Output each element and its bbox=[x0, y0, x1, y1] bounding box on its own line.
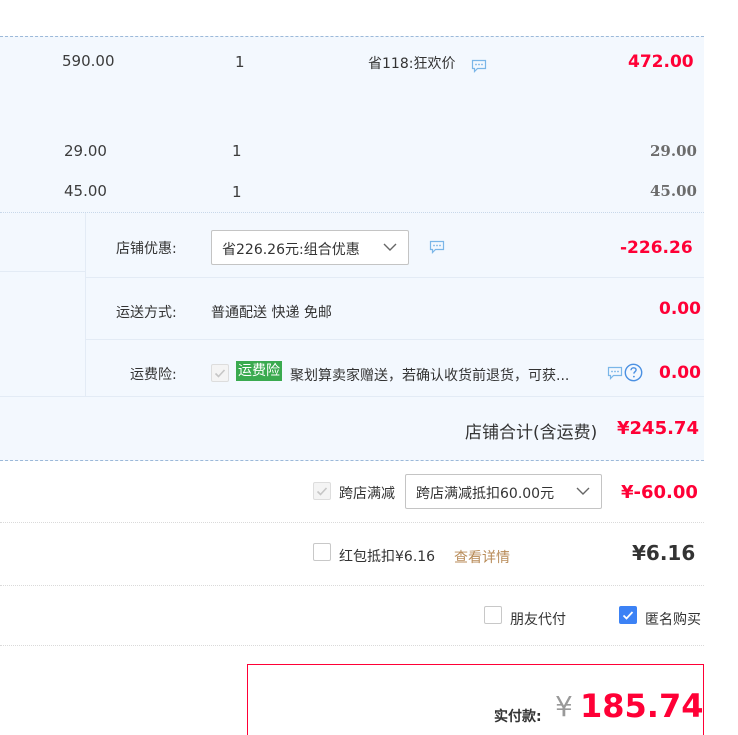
shop-discount-label: 店铺优惠: bbox=[116, 241, 177, 257]
anonymous-checkbox[interactable] bbox=[619, 606, 637, 624]
item-2-price: 29.00 bbox=[64, 142, 107, 160]
item-1-total: 472.00 bbox=[628, 52, 694, 72]
payment-label: 实付款: bbox=[494, 709, 542, 725]
insurance-description: 聚划算卖家赠送，若确认收货前退货，可获... bbox=[290, 368, 570, 384]
item-2-total: 29.00 bbox=[650, 142, 697, 160]
shop-discount-select[interactable]: 省226.26元:组合优惠 bbox=[211, 230, 409, 265]
shop-total-value: ¥245.74 bbox=[617, 418, 699, 439]
payment-amount: 185.74 bbox=[580, 687, 704, 725]
shipping-label: 运送方式: bbox=[116, 305, 177, 321]
divider bbox=[0, 585, 704, 586]
chevron-down-icon bbox=[576, 487, 590, 495]
friend-pay-label: 朋友代付 bbox=[510, 612, 566, 628]
item-3-price: 45.00 bbox=[64, 182, 107, 200]
check-icon bbox=[316, 487, 328, 496]
shop-total-label: 店铺合计(含运费) bbox=[465, 423, 598, 443]
chat-icon[interactable] bbox=[607, 366, 623, 380]
red-packet-value: ¥6.16 bbox=[632, 541, 696, 565]
insurance-badge: 运费险 bbox=[236, 361, 282, 381]
item-3-qty: 1 bbox=[232, 183, 242, 201]
anonymous-label: 匿名购买 bbox=[645, 612, 701, 628]
red-packet-label: 红包抵扣¥6.16 bbox=[339, 549, 436, 565]
promo-left-column bbox=[0, 213, 86, 396]
divider bbox=[0, 645, 704, 646]
item-1-price: 590.00 bbox=[62, 52, 115, 70]
view-details-link[interactable]: 查看详情 bbox=[454, 547, 510, 567]
insurance-checkbox[interactable] bbox=[211, 364, 229, 382]
chat-icon[interactable] bbox=[429, 240, 445, 254]
payment-currency: ¥ bbox=[555, 690, 573, 723]
divider bbox=[0, 522, 704, 523]
insurance-label: 运费险: bbox=[130, 367, 177, 383]
help-icon[interactable] bbox=[624, 363, 643, 382]
shipping-row bbox=[86, 278, 704, 340]
check-icon bbox=[622, 611, 634, 620]
item-3-total: 45.00 bbox=[650, 182, 697, 200]
item-1-qty: 1 bbox=[235, 53, 245, 71]
item-2-qty: 1 bbox=[232, 142, 242, 160]
shop-discount-value: -226.26 bbox=[620, 238, 693, 258]
cross-store-value: ¥-60.00 bbox=[621, 482, 698, 503]
cross-store-label: 跨店满减 bbox=[339, 486, 395, 502]
cross-store-select-value: 跨店满减抵扣60.00元 bbox=[416, 486, 555, 502]
shipping-cost: 0.00 bbox=[659, 299, 701, 319]
friend-pay-checkbox[interactable] bbox=[484, 606, 502, 624]
cross-store-checkbox[interactable] bbox=[313, 482, 331, 500]
insurance-cost: 0.00 bbox=[659, 363, 701, 383]
chat-icon[interactable] bbox=[471, 59, 487, 73]
shipping-value: 普通配送 快递 免邮 bbox=[211, 305, 332, 321]
chevron-down-icon bbox=[383, 243, 397, 251]
shop-total-area bbox=[0, 396, 704, 461]
cross-store-select[interactable]: 跨店满减抵扣60.00元 bbox=[405, 474, 602, 509]
item-1-promo: 省118:狂欢价 bbox=[368, 56, 456, 72]
red-packet-checkbox[interactable] bbox=[313, 543, 331, 561]
shop-discount-select-value: 省226.26元:组合优惠 bbox=[222, 242, 360, 258]
check-icon bbox=[214, 369, 226, 378]
